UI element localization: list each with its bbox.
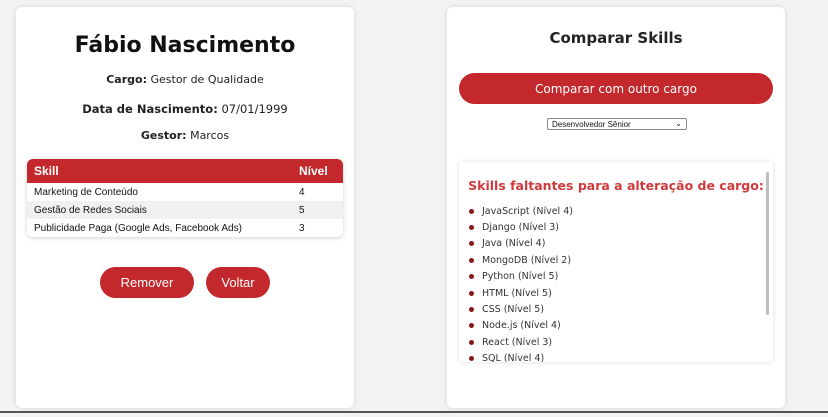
bullet-icon bbox=[469, 225, 474, 231]
missing-skills-panel: Skills faltantes para a alteração de car… bbox=[459, 162, 773, 362]
table-row: Gestão de Redes Sociais 5 bbox=[27, 201, 343, 219]
back-button[interactable]: Voltar bbox=[206, 267, 270, 298]
bullet-icon bbox=[469, 208, 474, 214]
scrollbar[interactable] bbox=[766, 172, 769, 315]
skill-cell: Publicidade Paga (Google Ads, Facebook A… bbox=[34, 222, 242, 234]
list-item: HTML (Nível 5) bbox=[467, 285, 573, 301]
bullet-icon bbox=[469, 307, 474, 313]
missing-skills-list: JavaScript (Nível 4) Django (Nível 3) Ja… bbox=[467, 203, 573, 362]
list-item: Django (Nível 3) bbox=[467, 219, 573, 235]
missing-skill: SQL (Nível 4) bbox=[482, 353, 545, 362]
table-header: Skill Nível bbox=[27, 159, 343, 183]
manager-value: Marcos bbox=[190, 129, 230, 142]
list-item: React (Nível 3) bbox=[467, 334, 573, 350]
compare-card: Comparar Skills Comparar com outro cargo… bbox=[447, 7, 785, 408]
cargo-value: Gestor de Qualidade bbox=[150, 73, 264, 86]
birth-label: Data de Nascimento: bbox=[82, 102, 218, 116]
missing-skill: Java (Nível 4) bbox=[482, 238, 546, 250]
missing-skill: Node.js (Nível 4) bbox=[482, 320, 561, 332]
chevron-down-icon: ⌄ bbox=[675, 119, 682, 128]
skill-cell: Marketing de Conteúdo bbox=[34, 186, 138, 198]
role-select[interactable]: Desenvolvedor Sênior ⌄ bbox=[547, 118, 687, 130]
cargo-label: Cargo: bbox=[106, 73, 147, 86]
level-cell: 5 bbox=[299, 204, 305, 216]
header-level: Nível bbox=[299, 164, 328, 178]
bullet-icon bbox=[469, 257, 474, 263]
manager-line: Gestor: Marcos bbox=[16, 129, 354, 142]
missing-skill: HTML (Nível 5) bbox=[482, 287, 552, 299]
missing-skill: Django (Nível 3) bbox=[482, 222, 559, 234]
missing-skill: MongoDB (Nível 2) bbox=[482, 254, 572, 266]
table-row: Publicidade Paga (Google Ads, Facebook A… bbox=[27, 219, 343, 237]
missing-skills-title: Skills faltantes para a alteração de car… bbox=[468, 178, 764, 193]
bottom-divider bbox=[0, 411, 828, 413]
remove-button[interactable]: Remover bbox=[100, 267, 194, 298]
cargo-line: Cargo: Gestor de Qualidade bbox=[16, 73, 354, 86]
missing-skill: JavaScript (Nível 4) bbox=[482, 205, 573, 217]
bullet-icon bbox=[469, 274, 474, 280]
list-item: Java (Nível 4) bbox=[467, 236, 573, 252]
birth-value: 07/01/1999 bbox=[221, 102, 288, 116]
list-item: Node.js (Nível 4) bbox=[467, 318, 573, 334]
missing-skill: React (Nível 3) bbox=[482, 336, 553, 348]
missing-skill: Python (Nível 5) bbox=[482, 271, 559, 283]
bullet-icon bbox=[469, 356, 474, 362]
level-cell: 3 bbox=[299, 222, 305, 234]
role-select-value: Desenvolvedor Sênior bbox=[552, 119, 631, 129]
list-item: Python (Nível 5) bbox=[467, 269, 573, 285]
skills-table: Skill Nível Marketing de Conteúdo 4 Gest… bbox=[27, 159, 343, 237]
bullet-icon bbox=[469, 290, 474, 296]
compare-button[interactable]: Comparar com outro cargo bbox=[459, 73, 773, 104]
employee-card: Fábio Nascimento Cargo: Gestor de Qualid… bbox=[16, 7, 354, 408]
level-cell: 4 bbox=[299, 186, 305, 198]
birth-line: Data de Nascimento: 07/01/1999 bbox=[16, 102, 354, 116]
list-item: MongoDB (Nível 2) bbox=[467, 252, 573, 268]
bullet-icon bbox=[469, 323, 474, 329]
bullet-icon bbox=[469, 241, 474, 247]
missing-skill: CSS (Nível 5) bbox=[482, 304, 545, 316]
bullet-icon bbox=[469, 339, 474, 345]
list-item: JavaScript (Nível 4) bbox=[467, 203, 573, 219]
table-row: Marketing de Conteúdo 4 bbox=[27, 183, 343, 201]
skill-cell: Gestão de Redes Sociais bbox=[34, 204, 147, 216]
list-item: SQL (Nível 4) bbox=[467, 351, 573, 362]
manager-label: Gestor: bbox=[140, 129, 187, 142]
header-skill: Skill bbox=[34, 164, 59, 178]
compare-title: Comparar Skills bbox=[549, 29, 683, 47]
list-item: CSS (Nível 5) bbox=[467, 301, 573, 317]
employee-name: Fábio Nascimento bbox=[74, 33, 296, 58]
